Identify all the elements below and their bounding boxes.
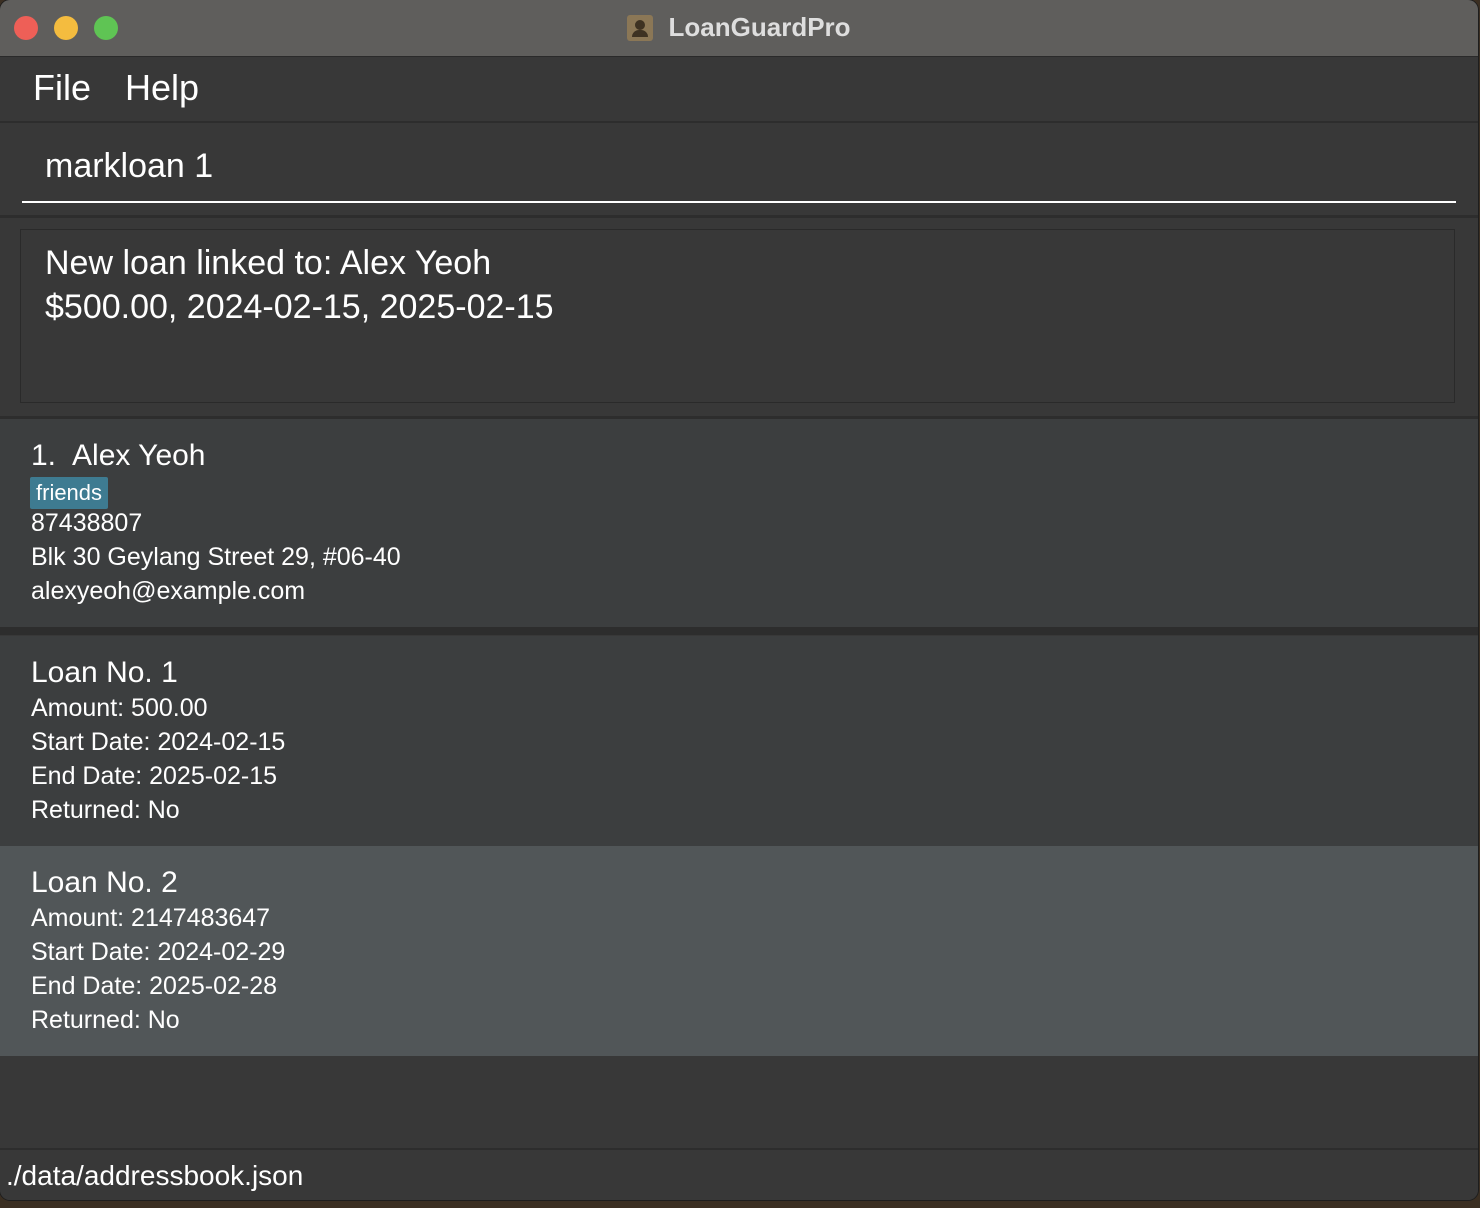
loan-returned: Returned: No <box>31 1006 180 1034</box>
title-bar[interactable]: LoanGuardPro <box>0 0 1478 57</box>
command-input-text: markloan 1 <box>45 147 214 185</box>
person-name-row: 1. Alex Yeoh <box>31 439 206 473</box>
menu-bar: File Help <box>0 57 1478 123</box>
tag-badge: friends <box>30 477 109 509</box>
loan-end-date: End Date: 2025-02-28 <box>31 972 278 1000</box>
loan-title: Loan No. 1 <box>31 656 178 689</box>
loan-title: Loan No. 2 <box>31 866 178 899</box>
loan-start-date: Start Date: 2024-02-29 <box>31 938 286 966</box>
app-window: LoanGuardPro File Help markloan 1 New lo… <box>0 0 1478 1200</box>
command-box-area: markloan 1 <box>0 123 1478 218</box>
menu-help[interactable]: Help <box>125 67 199 109</box>
loan-card-selected[interactable]: Loan No. 2 Amount: 2147483647 Start Date… <box>0 846 1478 1056</box>
data-file-path: ./data/addressbook.json <box>6 1160 304 1191</box>
result-display[interactable]: New loan linked to: Alex Yeoh $500.00, 2… <box>20 229 1455 403</box>
person-email: alexyeoh@example.com <box>31 577 306 605</box>
person-phone: 87438807 <box>31 509 143 537</box>
loan-card[interactable]: Loan No. 1 Amount: 500.00 Start Date: 20… <box>0 636 1478 846</box>
loan-returned: Returned: No <box>31 796 180 824</box>
person-address: Blk 30 Geylang Street 29, #06-40 <box>31 543 401 571</box>
command-input[interactable]: markloan 1 <box>22 123 1456 203</box>
menu-file[interactable]: File <box>33 67 91 109</box>
person-card[interactable]: 1. Alex Yeoh friends 87438807 Blk 30 Geyl… <box>0 419 1478 635</box>
loan-list-empty-space <box>0 1056 1478 1148</box>
window-title-group: LoanGuardPro <box>0 12 1478 44</box>
result-line: $500.00, 2024-02-15, 2025-02-15 <box>45 288 554 326</box>
status-bar: ./data/addressbook.json <box>0 1148 1478 1200</box>
person-name: Alex Yeoh <box>72 439 206 472</box>
loan-amount: Amount: 2147483647 <box>31 904 271 932</box>
window-title: LoanGuardPro <box>668 12 851 42</box>
loan-end-date: End Date: 2025-02-15 <box>31 762 278 790</box>
contact-card-icon <box>627 14 654 41</box>
result-line: New loan linked to: Alex Yeoh <box>45 244 492 282</box>
loan-start-date: Start Date: 2024-02-15 <box>31 728 286 756</box>
loan-amount: Amount: 500.00 <box>31 694 208 722</box>
result-display-area: New loan linked to: Alex Yeoh $500.00, 2… <box>0 218 1478 419</box>
person-index: 1. <box>31 439 57 472</box>
